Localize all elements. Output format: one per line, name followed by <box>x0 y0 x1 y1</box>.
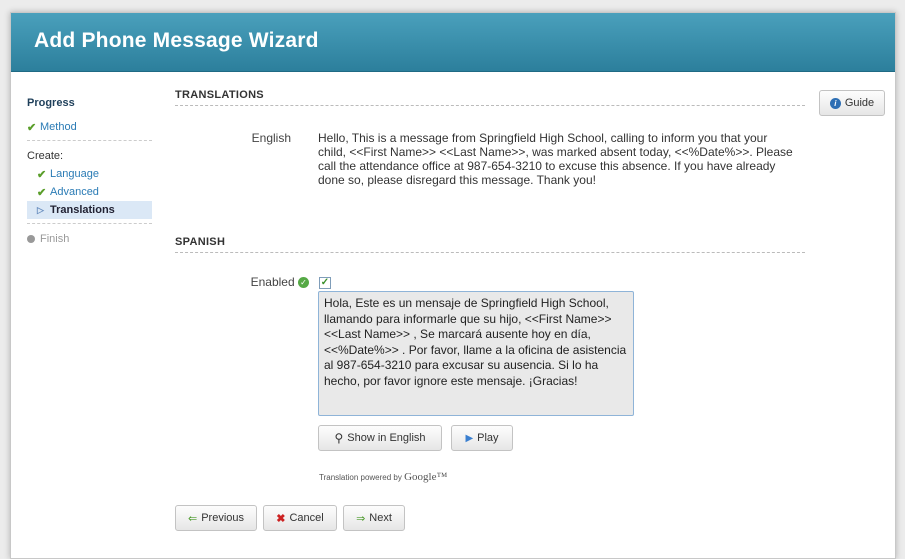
progress-heading: Progress <box>27 97 75 109</box>
divider <box>27 223 152 224</box>
show-in-english-button[interactable]: ⚲ Show in English <box>318 425 442 451</box>
guide-button[interactable]: i Guide <box>819 90 885 116</box>
sidebar-item-label: Method <box>40 121 77 133</box>
spanish-message-textarea[interactable]: Hola, Este es un mensaje de Springfield … <box>318 291 634 416</box>
cancel-button[interactable]: ✖ Cancel <box>263 505 337 531</box>
cancel-label: Cancel <box>289 512 324 524</box>
sidebar-item-language[interactable]: ✔ Language <box>27 165 152 183</box>
circle-icon <box>27 235 35 243</box>
sidebar-item-advanced[interactable]: ✔ Advanced <box>27 183 152 201</box>
next-button[interactable]: ⇒ Next <box>343 505 405 531</box>
triangle-right-icon: ▷ <box>37 204 44 215</box>
previous-button[interactable]: ⇐ Previous <box>175 505 257 531</box>
arrow-right-icon: ⇒ <box>356 512 366 525</box>
enabled-label-wrap: Enabled ✓ <box>231 275 309 289</box>
sidebar-item-label: Advanced <box>50 186 99 198</box>
previous-label: Previous <box>201 512 244 524</box>
enabled-checkbox[interactable]: ✓ <box>319 277 331 289</box>
create-label: Create: <box>27 150 64 162</box>
english-label: English <box>251 131 291 145</box>
search-icon: ⚲ <box>334 431 344 445</box>
title-bar: Add Phone Message Wizard <box>11 13 895 72</box>
powered-by-text: Translation powered by <box>319 473 402 482</box>
progress-sidebar: Progress ✔ Method Create: ✔ Language ✔ A… <box>27 97 152 248</box>
spanish-heading: SPANISH <box>175 236 805 253</box>
check-circle-icon: ✓ <box>298 277 309 289</box>
checkmark-icon: ✔ <box>37 168 47 181</box>
show-in-english-label: Show in English <box>347 432 426 444</box>
google-logo: Google™ <box>404 471 448 483</box>
sidebar-item-label: Finish <box>40 233 70 245</box>
guide-button-label: Guide <box>844 97 875 109</box>
play-icon: ▶ <box>465 432 474 444</box>
enabled-label: Enabled <box>250 275 295 289</box>
english-message-text: Hello, This is a message from Springfiel… <box>318 131 793 187</box>
checkmark-icon: ✔ <box>27 121 37 134</box>
wizard-window: Add Phone Message Wizard Progress ✔ Meth… <box>10 12 896 559</box>
window-title: Add Phone Message Wizard <box>34 29 319 52</box>
sidebar-item-label: Language <box>50 168 99 180</box>
info-icon: i <box>829 97 841 109</box>
play-label: Play <box>477 432 499 444</box>
close-icon: ✖ <box>276 512 286 525</box>
translation-credit: Translation powered by Google™ <box>319 471 447 483</box>
checkmark-icon: ✔ <box>37 186 47 199</box>
next-label: Next <box>369 512 392 524</box>
play-button[interactable]: ▶ Play <box>451 425 513 451</box>
translations-heading: TRANSLATIONS <box>175 89 805 106</box>
sidebar-item-method[interactable]: ✔ Method <box>27 118 152 136</box>
sidebar-item-label: Translations <box>50 204 115 216</box>
sidebar-item-finish: Finish <box>27 230 152 248</box>
divider <box>27 140 152 141</box>
sidebar-item-translations[interactable]: ▷ Translations <box>27 201 152 219</box>
arrow-left-icon: ⇐ <box>187 512 198 525</box>
